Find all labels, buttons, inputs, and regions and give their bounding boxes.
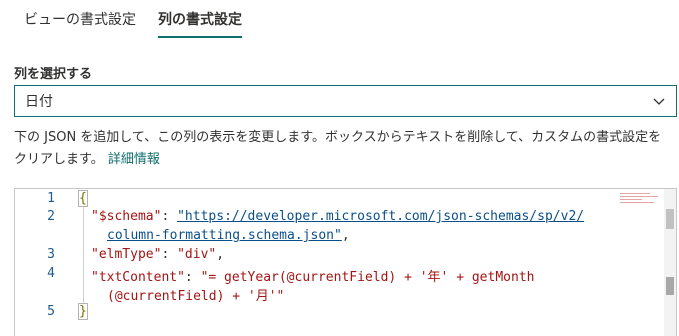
line-number: 5: [47, 304, 55, 319]
json-value: "= getYear(@currentField) + '年' + getMon…: [200, 270, 535, 285]
code-line: "elmType": "div",: [91, 247, 224, 262]
line-number: 4: [47, 266, 55, 281]
tab-column-formatting[interactable]: 列の書式設定: [158, 0, 242, 38]
json-editor[interactable]: 1 2 3 4 5 { "$schema": "https://develope…: [14, 188, 677, 336]
scrollbar-marker: [666, 277, 674, 295]
code-line: }: [78, 303, 88, 320]
json-value-continued: (@currentField) + '月'": [107, 289, 285, 304]
code-line: "$schema": "https://developer.microsoft.…: [91, 209, 584, 224]
column-select-label: 列を選択する: [14, 67, 93, 82]
json-colon: :: [161, 209, 178, 224]
json-key: "elmType": [91, 247, 162, 262]
line-number-gutter: 1 2 3 4 5: [15, 189, 63, 336]
code-minimap[interactable]: [620, 193, 660, 209]
description-text: 下の JSON を追加して、この列の表示を変更します。ボックスからテキストを削除…: [14, 127, 674, 171]
code-line: (@currentField) + '月'": [107, 285, 284, 304]
schema-url-link-continued[interactable]: column-formatting.schema.json": [107, 228, 342, 243]
json-value: "div": [177, 247, 217, 262]
learn-more-link[interactable]: 詳細情報: [108, 152, 160, 167]
line-number: 3: [47, 247, 55, 262]
json-key: "$schema": [91, 209, 162, 224]
json-comma: ,: [216, 247, 225, 262]
line-number: 1: [47, 191, 55, 206]
scrollbar-thumb[interactable]: [666, 209, 674, 229]
chevron-down-icon: [653, 98, 665, 105]
open-brace: {: [78, 190, 88, 207]
line-number: 2: [47, 209, 55, 224]
json-colon: :: [161, 247, 178, 262]
json-key: "txtContent": [91, 270, 185, 285]
close-brace: }: [78, 303, 88, 320]
code-area[interactable]: { "$schema": "https://developer.microsof…: [78, 189, 656, 336]
format-tabs: ビューの書式設定 列の書式設定: [24, 0, 264, 38]
schema-url-link[interactable]: "https://developer.microsoft.com/json-sc…: [177, 209, 584, 224]
code-line: "txtContent": "= getYear(@currentField) …: [91, 266, 534, 285]
tab-view-formatting[interactable]: ビューの書式設定: [24, 0, 136, 38]
json-colon: :: [184, 270, 201, 285]
column-select-value: 日付: [25, 94, 53, 110]
code-line: {: [78, 190, 88, 207]
vertical-scrollbar[interactable]: [664, 189, 676, 336]
code-line: column-formatting.schema.json",: [107, 228, 350, 243]
column-select-dropdown[interactable]: 日付: [14, 85, 677, 117]
json-comma: ,: [341, 228, 350, 243]
